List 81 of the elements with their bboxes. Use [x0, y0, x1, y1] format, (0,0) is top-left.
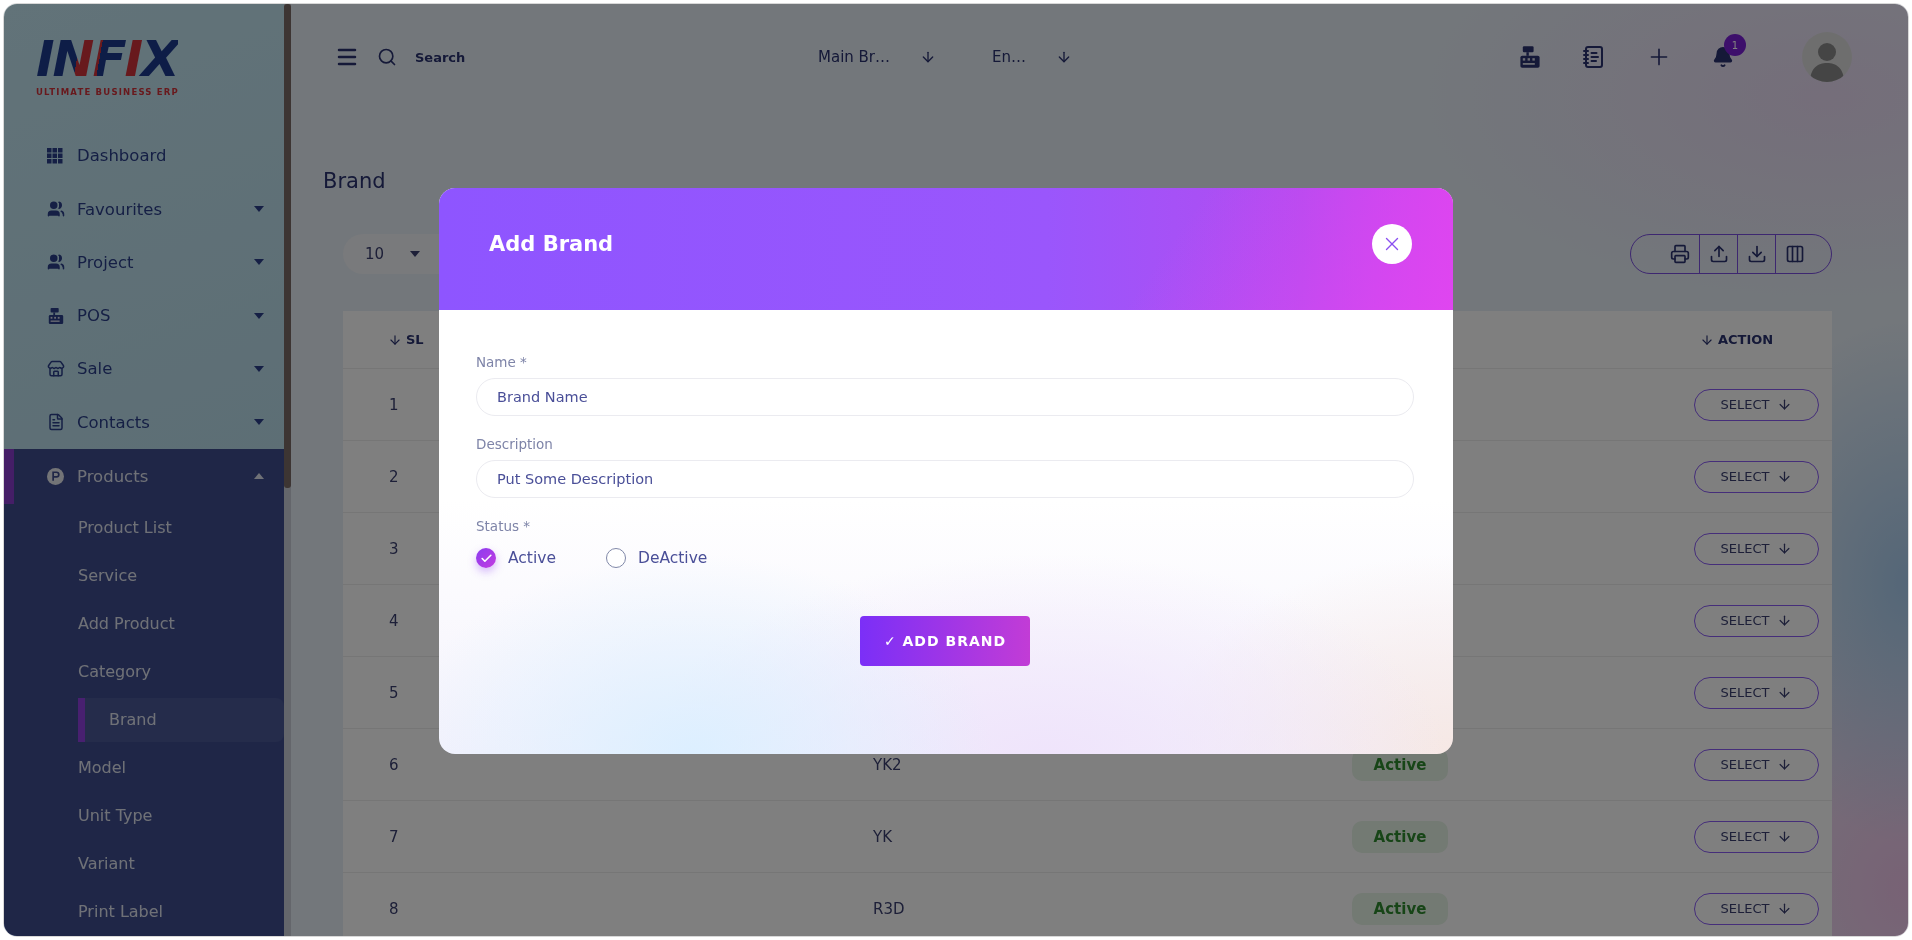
status-badge: Active	[1352, 820, 1448, 853]
notebook-icon[interactable]	[1582, 45, 1606, 69]
input-field[interactable]: Brand Name	[476, 378, 1414, 416]
cash-register-button[interactable]	[1518, 45, 1542, 69]
add-brand-button[interactable]: ✓ ADD BRAND	[860, 616, 1030, 666]
table-cell: 4	[389, 611, 399, 630]
grid-icon	[47, 147, 63, 164]
status-badge: Active	[1352, 892, 1448, 925]
arrow-down-icon	[1700, 332, 1714, 347]
cash-register-icon	[47, 306, 65, 325]
selector-dropdown[interactable]: Main Br…	[818, 48, 937, 66]
table-cell: 6	[389, 755, 399, 774]
nav-subitem[interactable]: Brand	[78, 698, 284, 742]
radio-option[interactable]: DeActive	[605, 548, 708, 568]
nav-subitem[interactable]: Model	[4, 744, 284, 792]
table-cell: YK2	[873, 755, 902, 774]
arrow-down-icon	[1777, 757, 1793, 772]
arrow-down-icon	[388, 332, 402, 347]
p-circle-icon	[47, 468, 64, 485]
input-field[interactable]: Put Some Description	[476, 460, 1414, 498]
nav-subitem[interactable]: Variant	[4, 840, 284, 888]
nav-subitem[interactable]: Product List	[4, 504, 284, 552]
nav-item[interactable]: Favourites	[4, 182, 284, 236]
column-header[interactable]: SL	[388, 332, 424, 347]
columns-icon	[1784, 244, 1805, 264]
caret-up-icon	[254, 473, 264, 480]
arrow-down-icon	[1777, 901, 1793, 916]
radio-option[interactable]: Active	[476, 548, 556, 568]
caret-down-icon	[254, 366, 264, 372]
page-title: Brand	[323, 169, 386, 193]
nav-item[interactable]: Project	[4, 235, 284, 289]
nav-item[interactable]: Sale	[4, 342, 284, 396]
caret-down-icon	[410, 251, 421, 257]
download-icon	[1746, 244, 1767, 264]
scrollbar-thumb[interactable]	[284, 4, 291, 488]
caret-down-icon	[254, 419, 264, 426]
table-cell: 8	[389, 899, 399, 918]
search-icon[interactable]	[377, 47, 397, 67]
close-button[interactable]	[1372, 224, 1412, 264]
table-cell: 2	[389, 467, 399, 486]
document-icon	[47, 413, 65, 432]
nav-item[interactable]: Contacts	[4, 395, 284, 449]
nav-subitem[interactable]: Print Label	[4, 888, 284, 936]
column-header[interactable]: ACTION	[1700, 332, 1774, 347]
search-field[interactable]: Search	[415, 49, 505, 65]
table-cell: 1	[389, 395, 399, 414]
arrow-down-icon	[1777, 613, 1793, 628]
arrow-down-icon	[1777, 685, 1793, 700]
arrow-down-icon	[1777, 541, 1793, 556]
field-label: Description	[476, 436, 553, 452]
cash-register-icon	[1518, 45, 1542, 69]
arrow-down-icon	[1777, 397, 1793, 412]
table-cell: 3	[389, 539, 399, 558]
logo-subtitle: ULTIMATE BUSINESS ERP	[36, 88, 179, 97]
field-label: Status *	[476, 518, 531, 534]
users-icon	[47, 200, 65, 218]
field-label: Name *	[476, 354, 527, 370]
table-cell: YK	[873, 827, 892, 846]
table-cell: 7	[389, 827, 399, 846]
nav-item[interactable]: Dashboard	[4, 129, 284, 183]
nav-item[interactable]: POS	[4, 289, 284, 343]
printer-icon	[1670, 244, 1690, 264]
arrow-down-icon	[1777, 469, 1793, 484]
table-cell: R3D	[873, 899, 905, 918]
caret-down-icon	[254, 206, 264, 212]
nav-subitem[interactable]: Service	[4, 552, 284, 600]
nav-subitem[interactable]: Unit Type	[4, 792, 284, 840]
store-icon	[47, 360, 65, 378]
table-cell: 5	[389, 683, 399, 702]
avatar[interactable]	[1802, 32, 1852, 82]
upload-icon	[1708, 244, 1729, 264]
caret-down-icon	[254, 259, 264, 266]
notification-badge: 1	[1724, 34, 1746, 56]
users-icon	[47, 253, 65, 272]
nav-subitem[interactable]: Add Product	[4, 600, 284, 648]
selector-dropdown[interactable]: En…	[992, 48, 1073, 66]
bell-icon[interactable]	[1712, 46, 1734, 68]
caret-down-icon	[254, 312, 264, 319]
check-icon	[479, 551, 493, 565]
arrow-down-icon	[1777, 829, 1793, 844]
nav-subitem[interactable]: Category	[4, 648, 284, 696]
